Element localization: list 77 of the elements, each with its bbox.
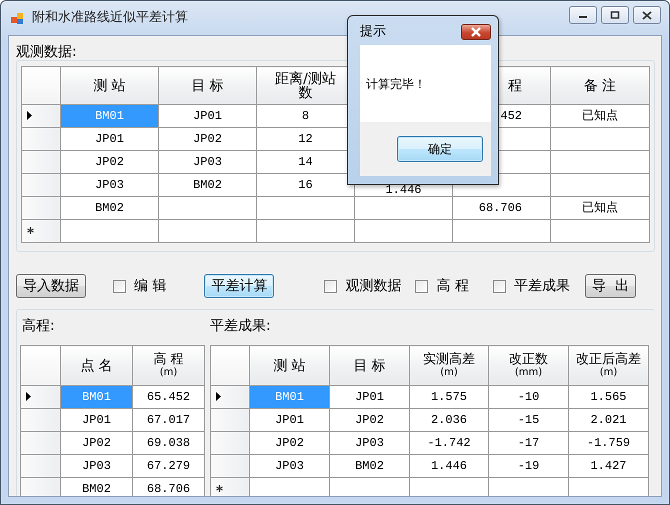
- row-header[interactable]: [210, 478, 250, 496]
- close-button[interactable]: [461, 24, 491, 40]
- minimize-button[interactable]: [569, 6, 597, 24]
- table-cell[interactable]: JP01: [60, 128, 158, 150]
- table-cell[interactable]: 2.021: [568, 408, 648, 432]
- toolbar-button[interactable]: 导 出: [584, 274, 636, 298]
- maximize-icon: [610, 11, 620, 19]
- table-cell[interactable]: 2.036: [410, 408, 488, 432]
- toolbar-button[interactable]: 导入数据: [16, 274, 86, 298]
- column-header[interactable]: 高 程 (m): [132, 346, 204, 386]
- checkbox-label: 高 程: [436, 276, 469, 296]
- table-cell[interactable]: 68.706: [452, 196, 550, 220]
- table-cell[interactable]: 67.017: [132, 408, 204, 432]
- table-cell[interactable]: JP01: [158, 104, 256, 128]
- column-header[interactable]: 实测高差 (m): [410, 346, 488, 386]
- table-cell[interactable]: JP02: [60, 432, 132, 454]
- table-cell[interactable]: JP02: [60, 150, 158, 174]
- ok-button[interactable]: 确定: [397, 136, 483, 162]
- dialog-message: 计算完毕！: [366, 77, 426, 91]
- toolbar-button[interactable]: 平差计算: [204, 274, 274, 298]
- table-cell[interactable]: -10: [488, 386, 568, 408]
- table-cell[interactable]: -1.742: [410, 432, 488, 454]
- table-cell[interactable]: JP03: [60, 454, 132, 478]
- table-cell[interactable]: JP03: [60, 174, 158, 196]
- close-button[interactable]: [633, 6, 661, 24]
- table-cell[interactable]: BM02: [330, 454, 410, 478]
- table-cell[interactable]: JP02: [330, 408, 410, 432]
- table-cell[interactable]: 69.038: [132, 432, 204, 454]
- window-title: 附和水准路线近似平差计算: [32, 9, 188, 28]
- table-cell[interactable]: JP02: [158, 128, 256, 150]
- column-header[interactable]: 改正数 (mm): [488, 346, 568, 386]
- table-cell[interactable]: 已知点: [550, 196, 650, 220]
- table-cell[interactable]: 已知点: [550, 104, 650, 128]
- table-cell[interactable]: JP01: [60, 408, 132, 432]
- table-cell[interactable]: JP03: [250, 454, 330, 478]
- column-header[interactable]: 测 站: [60, 66, 158, 104]
- checkbox[interactable]: [492, 280, 506, 292]
- app-icon: [11, 12, 24, 24]
- table-cell[interactable]: JP02: [250, 432, 330, 454]
- row-header[interactable]: [210, 386, 250, 408]
- table-cell[interactable]: -1.759: [568, 432, 648, 454]
- column-header[interactable]: 改正后高差 (m): [568, 346, 648, 386]
- row-header[interactable]: [22, 104, 60, 128]
- column-header[interactable]: 目 标: [330, 346, 410, 386]
- checkbox-label: 平差成果: [514, 276, 570, 296]
- group-label: 观测数据:: [16, 44, 78, 60]
- table-cell[interactable]: -15: [488, 408, 568, 432]
- row-header[interactable]: [20, 386, 60, 408]
- close-icon: [470, 26, 482, 36]
- table-cell[interactable]: 1.427: [568, 454, 648, 478]
- table-cell[interactable]: JP01: [250, 408, 330, 432]
- checkbox-label: 编 辑: [134, 276, 166, 296]
- column-header[interactable]: 备 注: [550, 66, 650, 104]
- table-cell[interactable]: -17: [488, 432, 568, 454]
- table-cell[interactable]: 67.279: [132, 454, 204, 478]
- table-cell[interactable]: 1.565: [568, 386, 648, 408]
- column-header[interactable]: 测 站: [250, 346, 330, 386]
- table-cell[interactable]: 65.452: [132, 386, 204, 408]
- table-cell[interactable]: JP03: [158, 150, 256, 174]
- checkbox[interactable]: [415, 280, 428, 292]
- column-header[interactable]: 点 名: [60, 346, 132, 386]
- table-cell[interactable]: 1.575: [410, 386, 488, 408]
- checkbox-label: 观测数据: [345, 276, 402, 296]
- table-cell[interactable]: 1.446: [410, 454, 488, 478]
- table-cell[interactable]: JP03: [330, 432, 410, 454]
- table-cell[interactable]: BM02: [60, 196, 158, 220]
- table-cell[interactable]: -19: [488, 454, 568, 478]
- dialog-title: 提示: [360, 22, 386, 41]
- table-cell[interactable]: JP01: [330, 386, 410, 408]
- group-label: 高程:: [22, 318, 56, 334]
- table-cell[interactable]: BM02: [158, 174, 256, 196]
- checkbox[interactable]: [324, 280, 338, 292]
- maximize-button[interactable]: [601, 6, 629, 24]
- group-label: 平差成果:: [210, 318, 272, 334]
- column-header[interactable]: 目 标: [158, 66, 256, 104]
- checkbox[interactable]: [113, 280, 126, 292]
- close-icon: [642, 10, 652, 20]
